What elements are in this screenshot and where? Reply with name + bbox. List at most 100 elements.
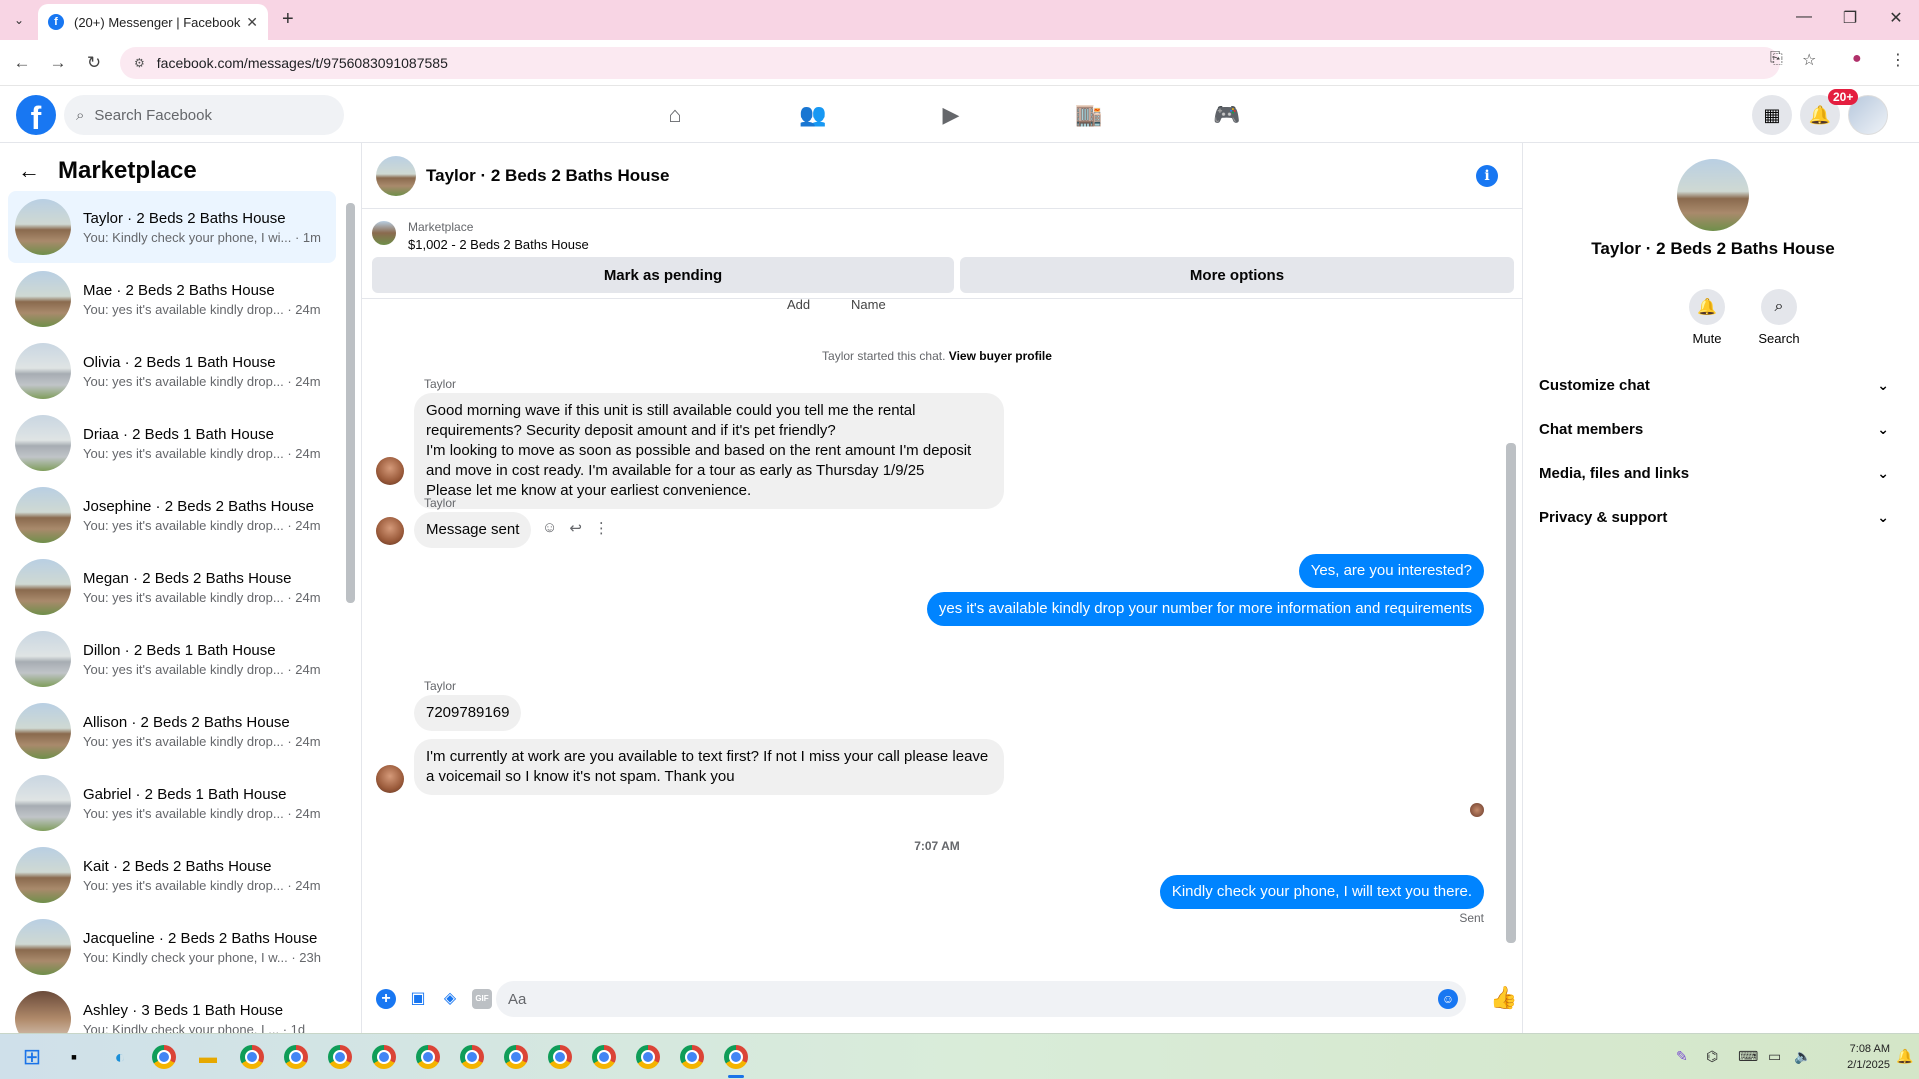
search-facebook-input[interactable]: ⌕ Search Facebook [64, 95, 344, 135]
system-clock[interactable]: 7:08 AM 2/1/2025 [1810, 1041, 1890, 1073]
chrome-taskbar-icon[interactable] [722, 1043, 750, 1071]
sender-avatar[interactable] [376, 517, 404, 545]
friends-icon[interactable]: 👥 [758, 96, 868, 134]
sender-avatar[interactable] [376, 457, 404, 485]
chrome-taskbar-icon[interactable] [282, 1043, 310, 1071]
conversation-item[interactable]: Josephine · 2 Beds 2 Baths House You: yes… [8, 479, 336, 551]
conversation-preview: You: yes it's available kindly drop... ·… [83, 301, 321, 317]
browser-tab-messenger[interactable]: f (20+) Messenger | Facebook ✕ [38, 4, 268, 40]
chrome-taskbar-icon[interactable] [502, 1043, 530, 1071]
back-arrow-icon[interactable]: ← [18, 158, 40, 184]
conversation-item[interactable]: Megan · 2 Beds 2 Baths House You: yes it'… [8, 551, 336, 623]
reload-icon[interactable]: ↻ [82, 51, 106, 75]
outgoing-message[interactable]: yes it's available kindly drop your numb… [926, 592, 1484, 626]
chrome-taskbar-icon[interactable] [634, 1043, 662, 1071]
gaming-icon[interactable]: 🎮 [1172, 96, 1282, 134]
chat-title[interactable]: Taylor · 2 Beds 2 Baths House [426, 166, 669, 186]
incoming-message[interactable]: Good morning wave if this unit is still … [414, 393, 1004, 509]
pen-icon[interactable]: ✎ [1676, 1048, 1688, 1065]
message-input[interactable]: Aa ☺ [496, 981, 1466, 1017]
more-actions-plus-icon[interactable]: + [376, 989, 396, 1009]
keyboard-icon[interactable]: ⌨ [1738, 1048, 1758, 1065]
listing-thumbnail[interactable] [372, 221, 396, 245]
thumbs-up-icon[interactable]: 👍 [1490, 985, 1517, 1011]
tab-search-dropdown-icon[interactable]: ⌄ [8, 9, 30, 31]
task-view-icon[interactable]: ▪ [60, 1043, 88, 1071]
conversation-item[interactable]: Ashley · 3 Beds 1 Bath House You: Kindly … [8, 983, 336, 1033]
chrome-taskbar-icon[interactable] [414, 1043, 442, 1071]
address-bar[interactable]: ⚙ facebook.com/messages/t/97560830910875… [120, 47, 1780, 79]
mute-button[interactable]: 🔔 Mute [1677, 289, 1737, 346]
conversation-item[interactable]: Dillon · 2 Beds 1 Bath House You: yes it'… [8, 623, 336, 695]
more-actions-icon[interactable]: ⋮ [594, 519, 609, 537]
conversation-item[interactable]: Gabriel · 2 Beds 1 Bath House You: yes it… [8, 767, 336, 839]
info-icon[interactable]: i [1476, 165, 1498, 187]
site-info-icon[interactable]: ⚙ [134, 56, 145, 70]
volume-icon[interactable]: 🔈 [1794, 1048, 1811, 1065]
minimize-icon[interactable]: — [1792, 8, 1816, 26]
outgoing-message[interactable]: Kindly check your phone, I will text you… [1159, 875, 1484, 909]
close-window-icon[interactable]: ✕ [1884, 8, 1908, 28]
home-icon[interactable]: ⌂ [620, 96, 730, 134]
chat-members-section[interactable]: Chat members ⌄ [1539, 411, 1889, 447]
conversation-item[interactable]: Driaa · 2 Beds 1 Bath House You: yes it's… [8, 407, 336, 479]
reply-icon[interactable]: ↩ [569, 519, 582, 537]
chrome-taskbar-icon[interactable] [678, 1043, 706, 1071]
sender-avatar[interactable] [376, 765, 404, 793]
conversation-item[interactable]: Allison · 2 Beds 2 Baths House You: yes i… [8, 695, 336, 767]
notification-center-icon[interactable]: 🔔 [1896, 1048, 1913, 1065]
profile-icon[interactable]: ● [1852, 50, 1862, 68]
incoming-message[interactable]: Message sent [414, 512, 532, 548]
conversation-item[interactable]: Olivia · 2 Beds 1 Bath House You: yes it'… [8, 335, 336, 407]
chrome-taskbar-icon[interactable] [238, 1043, 266, 1071]
bookmark-star-icon[interactable]: ☆ [1802, 50, 1816, 70]
chrome-taskbar-icon[interactable] [590, 1043, 618, 1071]
file-explorer-icon[interactable]: ▬ [194, 1043, 222, 1071]
new-tab-icon[interactable]: + [282, 8, 294, 31]
chat-scrollbar[interactable] [1506, 443, 1516, 943]
media-files-links-section[interactable]: Media, files and links ⌄ [1539, 455, 1889, 491]
conversation-item[interactable]: Kait · 2 Beds 2 Baths House You: yes it's… [8, 839, 336, 911]
privacy-support-section[interactable]: Privacy & support ⌄ [1539, 499, 1889, 535]
sidebar-title: Marketplace [58, 157, 197, 184]
outgoing-message[interactable]: Yes, are you interested? [1298, 554, 1484, 588]
incoming-message[interactable]: I'm currently at work are you available … [414, 739, 1004, 795]
chrome-taskbar-icon[interactable] [458, 1043, 486, 1071]
install-app-icon[interactable]: ⎘ [1770, 50, 1783, 68]
browser-menu-icon[interactable]: ⋮ [1890, 50, 1906, 70]
conversation-item[interactable]: Jacqueline · 2 Beds 2 Baths House You: Ki… [8, 911, 336, 983]
sticker-icon[interactable]: ◈ [440, 989, 460, 1009]
chrome-taskbar-icon[interactable] [150, 1043, 178, 1071]
edge-browser-icon[interactable]: ◐ [106, 1043, 134, 1071]
network-icon[interactable]: ⌬ [1706, 1048, 1718, 1065]
listing-title[interactable]: $1,002 - 2 Beds 2 Baths House [408, 237, 589, 252]
display-icon[interactable]: ▭ [1768, 1048, 1781, 1065]
emoji-icon[interactable]: ☺ [1438, 989, 1458, 1009]
marketplace-icon[interactable]: 🏬 [1034, 96, 1144, 134]
facebook-logo-icon[interactable]: f [16, 95, 56, 136]
windows-start-icon[interactable]: ⊞ [18, 1043, 46, 1071]
attach-photo-icon[interactable]: ▣ [408, 989, 428, 1009]
forward-icon[interactable]: → [46, 51, 70, 75]
view-buyer-profile-link[interactable]: View buyer profile [949, 349, 1052, 363]
restore-icon[interactable]: ❐ [1838, 8, 1862, 28]
chrome-taskbar-icon[interactable] [326, 1043, 354, 1071]
chrome-taskbar-icon[interactable] [546, 1043, 574, 1071]
more-options-button[interactable]: More options [960, 257, 1514, 293]
customize-chat-section[interactable]: Customize chat ⌄ [1539, 367, 1889, 403]
search-in-chat-button[interactable]: ⌕ Search [1749, 289, 1809, 346]
mark-as-pending-button[interactable]: Mark as pending [372, 257, 954, 293]
conversation-item[interactable]: Taylor · 2 Beds 2 Baths House You: Kindly… [8, 191, 336, 263]
menu-grid-icon[interactable]: ▦ [1752, 95, 1792, 135]
back-icon[interactable]: ← [10, 51, 34, 75]
sidebar-scrollbar[interactable] [346, 203, 355, 603]
tab-close-icon[interactable]: ✕ [246, 14, 258, 31]
video-icon[interactable]: ▶ [896, 96, 1006, 134]
react-icon[interactable]: ☺ [542, 519, 557, 537]
chrome-taskbar-icon[interactable] [370, 1043, 398, 1071]
incoming-message[interactable]: 7209789169 [414, 695, 522, 731]
gif-icon[interactable]: GIF [472, 989, 492, 1009]
chat-avatar[interactable] [376, 155, 416, 196]
conversation-item[interactable]: Mae · 2 Beds 2 Baths House You: yes it's … [8, 263, 336, 335]
contact-avatar[interactable] [1677, 159, 1749, 231]
